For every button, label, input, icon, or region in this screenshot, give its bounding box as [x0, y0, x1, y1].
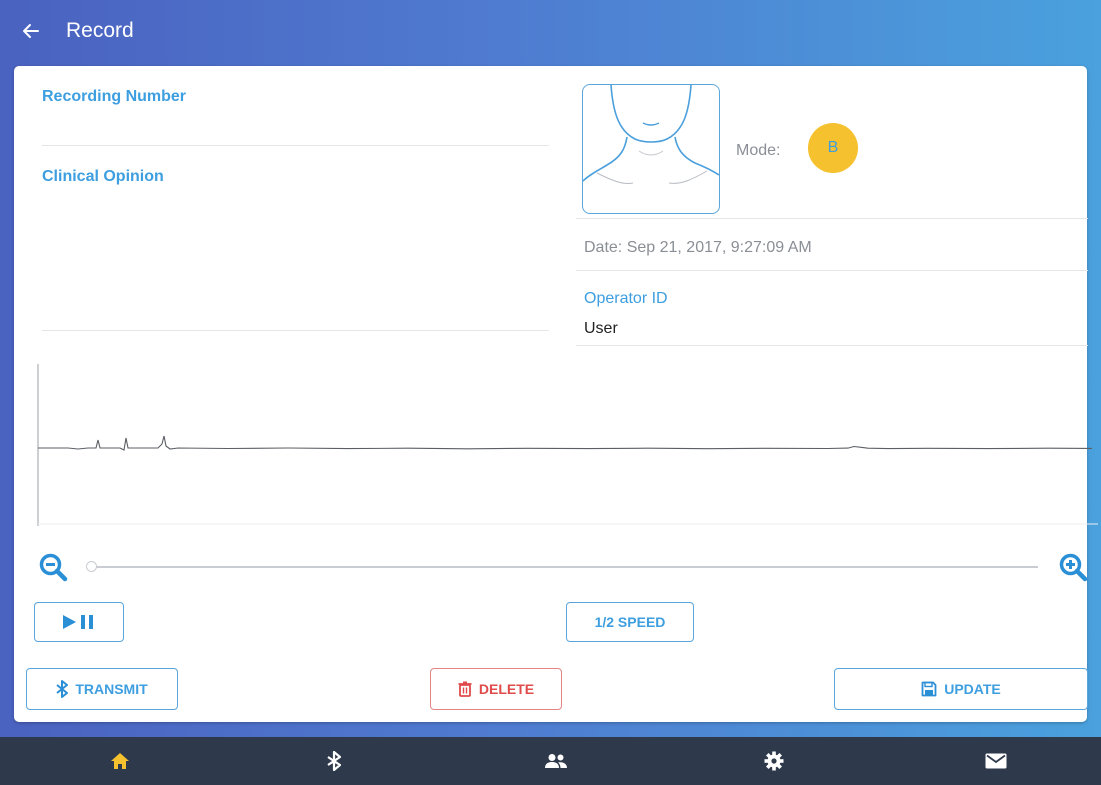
nav-bluetooth[interactable] [304, 737, 364, 785]
arrow-left-icon [23, 24, 39, 38]
nav-messages[interactable] [966, 737, 1026, 785]
transmit-button[interactable]: TRANSMIT [26, 668, 178, 710]
operator-id-value: User [584, 320, 618, 337]
divider [42, 145, 549, 146]
zoom-slider-track[interactable] [88, 566, 1038, 568]
bluetooth-icon [327, 751, 341, 771]
delete-button[interactable]: DELETE [430, 668, 562, 710]
half-speed-button[interactable]: 1/2 SPEED [566, 602, 694, 642]
nav-settings[interactable] [744, 737, 804, 785]
transmit-label: TRANSMIT [75, 681, 148, 697]
half-speed-label: 1/2 SPEED [594, 614, 666, 630]
mode-label: Mode: [736, 142, 781, 159]
update-label: UPDATE [944, 681, 1001, 697]
back-button[interactable] [18, 18, 44, 44]
clinical-opinion-field[interactable] [42, 194, 547, 324]
zoom-slider-thumb[interactable] [86, 561, 97, 572]
trash-icon [458, 681, 472, 697]
divider [42, 330, 549, 331]
save-icon [921, 681, 937, 697]
page-title: Record [66, 19, 134, 42]
zoom-out-icon[interactable] [38, 552, 68, 582]
mode-badge: B [808, 123, 858, 173]
update-button[interactable]: UPDATE [834, 668, 1088, 710]
play-pause-button[interactable] [34, 602, 124, 642]
zoom-in-icon[interactable] [1058, 552, 1088, 582]
divider [576, 270, 1088, 271]
divider [576, 345, 1088, 346]
divider [576, 218, 1088, 219]
bluetooth-icon [56, 680, 69, 698]
app-header: Record [0, 0, 1101, 62]
waveform-trace [38, 435, 1093, 451]
waveform-chart[interactable] [28, 364, 1098, 526]
delete-label: DELETE [478, 681, 535, 697]
recording-number-label: Recording Number [42, 88, 187, 105]
clinical-opinion-label: Clinical Opinion [42, 168, 164, 185]
zoom-slider-row [38, 552, 1088, 584]
recording-number-field[interactable] [42, 114, 547, 140]
home-icon [111, 753, 129, 769]
bottom-nav [0, 737, 1101, 785]
mail-icon [985, 753, 1007, 769]
users-icon [545, 754, 567, 768]
play-pause-icon [63, 615, 93, 629]
operator-id-label: Operator ID [584, 290, 668, 307]
body-position-image [582, 84, 720, 214]
nav-home[interactable] [90, 737, 150, 785]
nav-patients[interactable] [526, 737, 586, 785]
record-card: Recording Number Clinical Opinion Mode: … [14, 66, 1098, 722]
settings-icon [764, 751, 784, 771]
record-date: Date: Sep 21, 2017, 9:27:09 AM [584, 239, 812, 256]
